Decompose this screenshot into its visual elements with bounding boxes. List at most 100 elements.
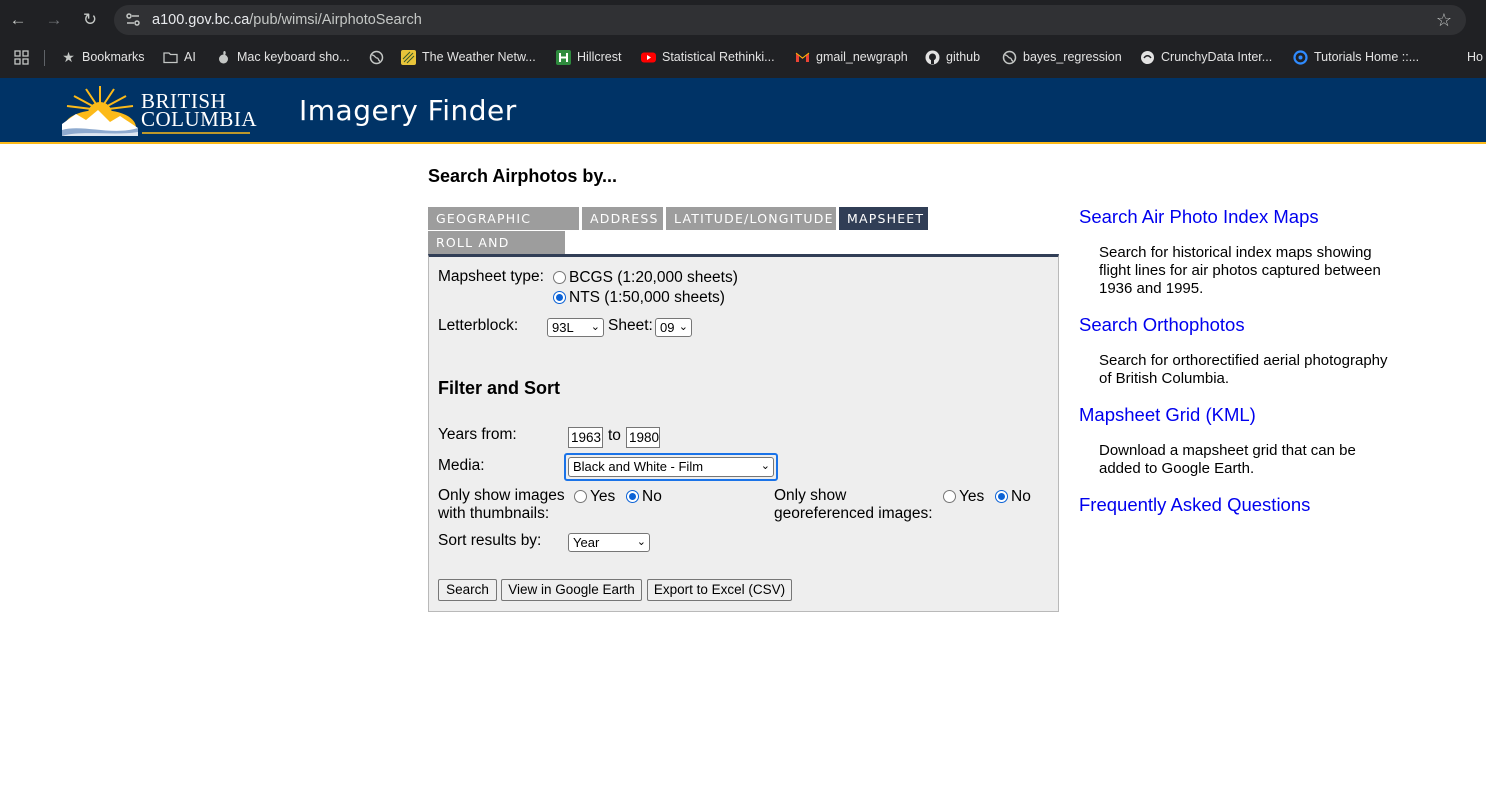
letterblock-select[interactable]: 93L ⌄ [547, 318, 604, 337]
filter-sort-heading: Filter and Sort [438, 378, 561, 398]
url-path: /pub/wimsi/AirphotoSearch [249, 12, 422, 28]
sort-select[interactable]: Year ⌄ [568, 533, 650, 552]
globe-icon [369, 50, 384, 64]
reload-icon[interactable]: ↻ [80, 10, 100, 30]
bc-logo-text: BRITISH COLUMBIA [141, 91, 257, 130]
link-search-orthophotos[interactable]: Search Orthophotos [1079, 314, 1245, 336]
radio-thumbnails-no[interactable] [626, 490, 639, 503]
sheet-select[interactable]: 09 ⌄ [655, 318, 692, 337]
chevron-down-icon: ⌄ [590, 321, 600, 333]
bookmark-label: Tutorials Home ::... [1314, 50, 1420, 64]
radio-thumbnails-no-label[interactable]: No [642, 488, 662, 506]
bookmark-hillcrest[interactable]: Hillcrest [556, 40, 621, 74]
url-host: a100.gov.bc.ca [152, 12, 250, 28]
radio-georef-no[interactable] [995, 490, 1008, 503]
chevron-down-icon: ⌄ [678, 321, 688, 333]
search-panel [428, 254, 1059, 612]
sort-label: Sort results by: [438, 532, 542, 549]
forward-arrow-icon[interactable]: → [44, 10, 64, 30]
bookmark-github[interactable]: github [925, 40, 980, 74]
bookmark-label: Mac keyboard sho... [237, 50, 350, 64]
thumbnails-label-line2: with thumbnails: [438, 505, 550, 522]
radio-bcgs[interactable] [553, 271, 566, 284]
media-select[interactable]: Black and White - Film ⌄ [568, 457, 774, 477]
bookmark-label: Ho [1467, 50, 1483, 64]
bookmark-bookmarks[interactable]: ★ Bookmarks [61, 40, 144, 74]
sheet-label: Sheet: [608, 317, 653, 334]
tab-address[interactable]: ADDRESS [582, 207, 663, 230]
radio-bcgs-label[interactable]: BCGS (1:20,000 sheets) [569, 269, 738, 287]
bookmark-mac-keyboard[interactable]: Mac keyboard sho... [216, 40, 350, 74]
georeferenced-label-line1: Only show [774, 487, 847, 504]
folder-icon [163, 51, 178, 63]
sort-value: Year [573, 535, 600, 550]
globe-icon [1002, 50, 1017, 64]
orthophotos-desc: Search for orthorectified aerial photogr… [1099, 352, 1388, 387]
radio-nts-label[interactable]: NTS (1:50,000 sheets) [569, 289, 725, 307]
thumbnails-label-line1: Only show images [438, 487, 565, 504]
radio-georef-yes-label[interactable]: Yes [959, 488, 984, 506]
tab-roll-and-frame[interactable]: ROLL AND FRAME [428, 231, 565, 273]
bookmark-gmail-newgraph[interactable]: gmail_newgraph [795, 40, 908, 74]
mapsheet-grid-desc: Download a mapsheet grid that can be add… [1099, 442, 1356, 477]
bookmark-label: Statistical Rethinki... [662, 50, 775, 64]
link-mapsheet-grid-kml[interactable]: Mapsheet Grid (KML) [1079, 404, 1256, 426]
gmail-icon [795, 52, 810, 62]
year-to-input[interactable]: 1980 [626, 427, 660, 448]
search-button[interactable]: Search [438, 579, 497, 601]
thumbnails-label: Only show images with thumbnails: [438, 487, 565, 523]
chevron-down-icon: ⌄ [760, 460, 770, 472]
bookmark-ai-folder[interactable]: AI [163, 40, 196, 74]
weather-icon [401, 49, 416, 65]
export-csv-button[interactable]: Export to Excel (CSV) [647, 579, 792, 601]
youtube-icon [641, 52, 656, 62]
radio-georef-no-label[interactable]: No [1011, 488, 1031, 506]
url-text[interactable]: a100.gov.bc.ca/pub/wimsi/AirphotoSearch [152, 11, 422, 29]
bookmark-star-icon[interactable]: ☆ [1436, 10, 1452, 30]
address-bar[interactable]: a100.gov.bc.ca/pub/wimsi/AirphotoSearch … [114, 5, 1466, 35]
bookmark-overflow[interactable]: Ho [1467, 40, 1483, 74]
bookmark-statistical-rethinking[interactable]: Statistical Rethinki... [641, 40, 775, 74]
bookmark-label: gmail_newgraph [816, 50, 908, 64]
letterblock-label: Letterblock: [438, 317, 519, 334]
apple-icon [219, 50, 228, 63]
search-heading: Search Airphotos by... [428, 166, 618, 186]
bookmark-globe[interactable] [369, 40, 384, 74]
tutorials-icon [1293, 49, 1308, 65]
tab-mapsheet[interactable]: MAPSHEET [839, 207, 928, 230]
bookmark-label: github [946, 50, 981, 64]
sheet-value: 09 [660, 320, 675, 335]
view-google-earth-button[interactable]: View in Google Earth [501, 579, 642, 601]
chevron-down-icon: ⌄ [636, 536, 646, 548]
radio-thumbnails-yes[interactable] [574, 490, 587, 503]
radio-thumbnails-yes-label[interactable]: Yes [590, 488, 615, 506]
link-air-photo-index-maps[interactable]: Search Air Photo Index Maps [1079, 206, 1319, 228]
air-photo-index-maps-desc: Search for historical index maps showing… [1099, 244, 1381, 297]
bookmark-label: CrunchyData Inter... [1161, 50, 1273, 64]
apps-grid-icon[interactable] [14, 50, 29, 65]
georeferenced-label: Only show georeferenced images: [774, 487, 933, 523]
bookmark-tutorials-home[interactable]: Tutorials Home ::... [1293, 40, 1419, 74]
bookmark-crunchydata[interactable]: CrunchyData Inter... [1140, 40, 1272, 74]
tab-latitude-longitude[interactable]: LATITUDE/LONGITUDE [666, 207, 836, 230]
years-from-label: Years from: [438, 426, 517, 443]
radio-nts[interactable] [553, 291, 566, 304]
mapsheet-type-label: Mapsheet type: [438, 268, 544, 285]
site-settings-icon[interactable] [124, 11, 142, 29]
crunchydata-icon [1141, 50, 1154, 64]
bookmark-weather-network[interactable]: The Weather Netw... [401, 40, 536, 74]
radio-georef-yes[interactable] [943, 490, 956, 503]
github-icon [925, 50, 940, 64]
letterblock-value: 93L [552, 320, 574, 335]
site-header: BRITISH COLUMBIA Imagery Finder [0, 78, 1486, 144]
back-arrow-icon[interactable]: ← [8, 10, 28, 30]
link-faq[interactable]: Frequently Asked Questions [1079, 494, 1310, 516]
browser-toolbar: ← → ↻ a100.gov.bc.ca/pub/wimsi/AirphotoS… [0, 0, 1486, 40]
bookmark-label: bayes_regression [1023, 50, 1122, 64]
bookmark-bayes-regression[interactable]: bayes_regression [1002, 40, 1122, 74]
tab-geographic-name[interactable]: GEOGRAPHIC NAME [428, 207, 579, 249]
bookmarks-divider [44, 50, 45, 66]
star-icon: ★ [62, 48, 75, 65]
bookmark-label: The Weather Netw... [422, 50, 536, 64]
year-from-input[interactable]: 1963 [568, 427, 603, 448]
